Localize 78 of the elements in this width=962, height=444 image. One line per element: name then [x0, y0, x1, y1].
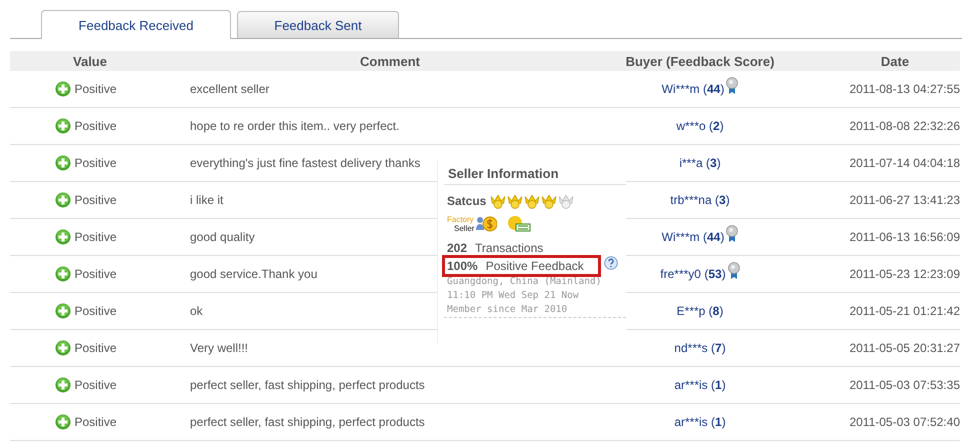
buyer-link[interactable]: i***a (3) [679, 156, 721, 170]
rating-value: Positive [74, 230, 117, 244]
factory-label: Factory [447, 215, 474, 224]
seller-name: Satcus [447, 194, 486, 208]
crown-icon [558, 193, 574, 209]
member-since-text: Member since Mar 2010 [447, 303, 568, 317]
comment-text: everything's just fine fastest delivery thanks [190, 156, 420, 170]
comment-text: i like it [190, 193, 224, 207]
comment-text: perfect seller, fast shipping, perfect products [190, 415, 425, 429]
plus-icon [55, 266, 72, 282]
date-text: 2011-05-23 12:23:09 [849, 267, 960, 281]
buyer-link[interactable]: w***o (2) [676, 119, 724, 133]
comment-text: excellent seller [190, 82, 270, 96]
crown-icon [541, 193, 558, 209]
rating-value: Positive [74, 119, 117, 133]
plus-icon [55, 192, 72, 208]
seller-label: Seller [453, 224, 474, 233]
rating-value: Positive [74, 304, 117, 318]
location-text: Guangdong, China (Mainland) [447, 275, 602, 289]
transactions-count: 202 [447, 241, 468, 255]
rating-value: Positive [74, 415, 117, 429]
help-icon[interactable] [604, 256, 618, 270]
buyer-link[interactable]: Wi***m (44) [662, 82, 724, 96]
crown-icon [490, 193, 506, 209]
crown-icon [524, 193, 540, 209]
date-text: 2011-08-13 04:27:55 [849, 82, 960, 96]
plus-icon [55, 155, 72, 171]
buyer-link[interactable]: trb***na (3) [670, 193, 730, 207]
plus-icon [55, 340, 72, 356]
comment-text: Very well!!! [190, 341, 248, 355]
comment-text: perfect seller, fast shipping, perfect products [190, 378, 425, 392]
medal-icon [726, 225, 738, 243]
buyer-link[interactable]: E***p (8) [676, 304, 724, 318]
buyer-link[interactable]: ar***is (1) [674, 378, 726, 392]
local-time-text: 11:10 PM Wed Sep 21 Now [447, 289, 580, 303]
date-text: 2011-08-08 22:32:26 [849, 119, 960, 133]
rating-value: Positive [74, 341, 117, 355]
date-text: 2011-06-27 13:41:23 [849, 193, 960, 207]
buyer-link[interactable]: nd***s (7) [674, 341, 726, 355]
person-coin-icon [475, 215, 498, 233]
date-text: 2011-06-13 16:56:09 [849, 230, 960, 244]
rating-value: Positive [74, 378, 117, 392]
plus-icon [55, 81, 72, 97]
plus-icon [55, 303, 72, 319]
plus-icon [55, 118, 72, 134]
tab[interactable]: Feedback Sent [237, 11, 399, 38]
rating-value: Positive [74, 193, 117, 207]
column-header: Date [880, 54, 910, 68]
date-text: 2011-07-14 04:04:18 [849, 156, 960, 170]
medal-icon [726, 77, 738, 95]
date-text: 2011-05-03 07:53:35 [849, 378, 960, 392]
column-header: Buyer (Feedback Score) [624, 54, 776, 68]
comment-text: ok [190, 304, 203, 318]
comment-text: hope to re order this item.. very perfect. [190, 119, 400, 133]
medal-icon [728, 262, 740, 280]
date-text: 2011-05-21 01:21:42 [849, 304, 960, 318]
plus-icon [55, 229, 72, 245]
transactions-label: Transactions [475, 241, 544, 255]
tab[interactable]: Feedback Received [41, 10, 231, 39]
buyer-link[interactable]: Wi***m (44) [662, 230, 724, 244]
buyer-link[interactable]: ar***is (1) [674, 415, 726, 429]
plus-icon [55, 414, 72, 430]
positive-percent: 100% [447, 259, 478, 273]
crown-icon [507, 193, 524, 209]
buyer-link[interactable]: fre***y0 (53) [660, 267, 726, 281]
column-header: Comment [359, 54, 421, 68]
column-header: Value [72, 54, 108, 68]
sun-ticket-icon [507, 215, 532, 233]
comment-text: good service.Thank you [190, 267, 318, 281]
comment-text: good quality [190, 230, 255, 244]
date-text: 2011-05-05 20:31:27 [849, 341, 960, 355]
rating-value: Positive [74, 82, 117, 96]
rating-value: Positive [74, 156, 117, 170]
rating-value: Positive [74, 267, 117, 281]
positive-label: Positive Feedback [486, 259, 584, 273]
popup-title: Seller Information [447, 165, 560, 183]
date-text: 2011-05-03 07:52:40 [849, 415, 960, 429]
plus-icon [55, 377, 72, 393]
